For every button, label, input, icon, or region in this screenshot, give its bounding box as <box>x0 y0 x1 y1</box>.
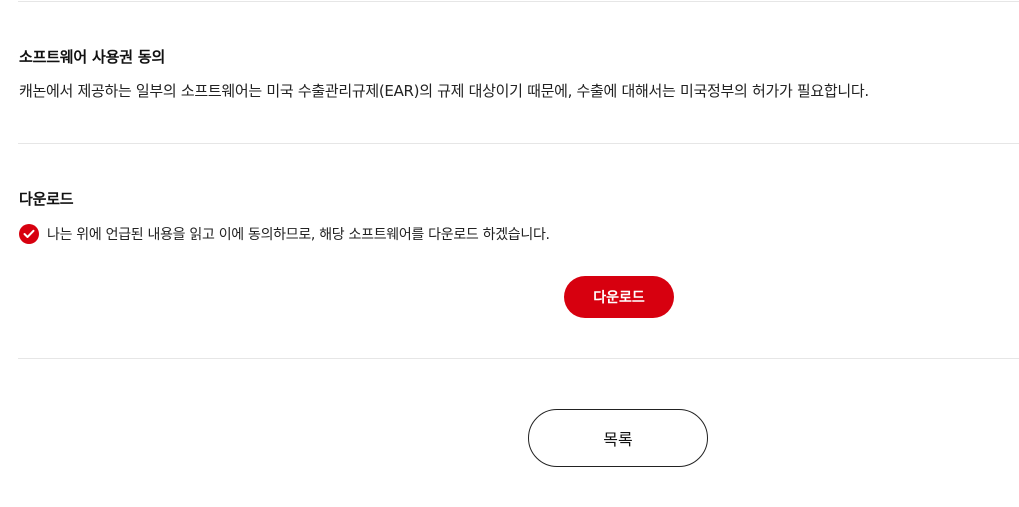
top-divider <box>18 1 1019 2</box>
section-divider <box>18 143 1019 144</box>
bottom-divider <box>18 358 1019 359</box>
agree-checkbox[interactable]: 나는 위에 언급된 내용을 읽고 이에 동의하므로, 해당 소프트웨어를 다운로… <box>19 224 550 244</box>
download-section-title: 다운로드 <box>19 190 74 208</box>
download-button[interactable]: 다운로드 <box>564 276 674 318</box>
license-description: 캐논에서 제공하는 일부의 소프트웨어는 미국 수출관리규제(EAR)의 규제 … <box>19 82 869 100</box>
license-section-title: 소프트웨어 사용권 동의 <box>19 48 166 66</box>
software-license-page: 소프트웨어 사용권 동의 캐논에서 제공하는 일부의 소프트웨어는 미국 수출관… <box>0 0 1019 507</box>
agree-label: 나는 위에 언급된 내용을 읽고 이에 동의하므로, 해당 소프트웨어를 다운로… <box>47 227 550 243</box>
list-button[interactable]: 목록 <box>528 409 708 467</box>
check-circle-icon[interactable] <box>19 224 39 244</box>
